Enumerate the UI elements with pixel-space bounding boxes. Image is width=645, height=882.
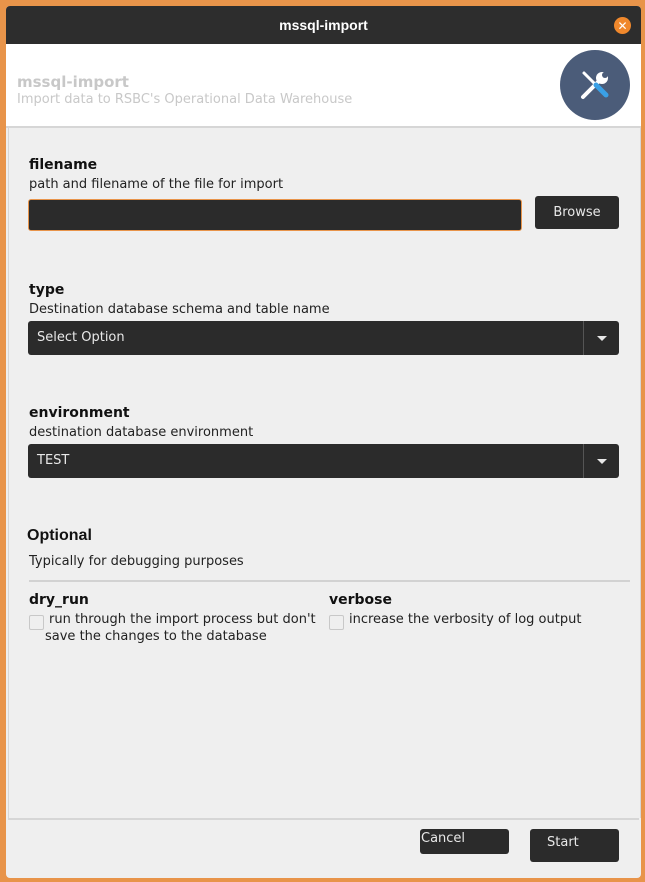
environment-label: environment — [29, 405, 130, 421]
app-description: Import data to RSBC's Operational Data W… — [17, 92, 353, 107]
app-window: mssql-import ✕ mssql-import Import data … — [6, 6, 641, 878]
cancel-button[interactable]: Cancel — [420, 829, 509, 854]
app-header: mssql-import Import data to RSBC's Opera… — [6, 44, 641, 128]
chevron-down-icon[interactable] — [583, 444, 619, 478]
title-bar[interactable]: mssql-import ✕ — [6, 6, 641, 44]
type-help: Destination database schema and table na… — [29, 302, 330, 317]
filename-help: path and filename of the file for import — [29, 177, 284, 192]
optional-section-title: Optional — [27, 527, 92, 544]
type-label: type — [29, 282, 65, 298]
environment-help: destination database environment — [29, 425, 254, 440]
dry-run-checkbox[interactable] — [29, 615, 44, 630]
app-name: mssql-import — [17, 73, 129, 91]
start-button-label: Start — [547, 835, 579, 850]
window-title: mssql-import — [279, 17, 368, 33]
chevron-down-icon[interactable] — [583, 321, 619, 355]
dry-run-label: dry_run — [29, 592, 89, 608]
filename-label: filename — [29, 157, 98, 173]
environment-select-value: TEST — [37, 453, 70, 468]
type-select[interactable]: Select Option — [28, 321, 619, 355]
environment-select[interactable]: TEST — [28, 444, 619, 478]
optional-section-description: Typically for debugging purposes — [29, 554, 244, 569]
browse-button[interactable]: Browse — [535, 196, 619, 229]
filename-input[interactable] — [28, 199, 522, 231]
close-icon[interactable]: ✕ — [614, 17, 631, 34]
type-select-value: Select Option — [37, 330, 125, 345]
cancel-button-label: Cancel — [421, 831, 466, 846]
verbose-label: verbose — [329, 592, 392, 608]
start-button[interactable]: Start — [530, 829, 619, 862]
dry-run-text-line2: save the changes to the database — [45, 629, 267, 644]
dry-run-text-line1: run through the import process but don't — [49, 612, 316, 627]
tools-icon — [560, 50, 630, 120]
footer-divider — [8, 818, 639, 820]
section-divider — [29, 580, 630, 582]
verbose-text: increase the verbosity of log output — [349, 612, 582, 627]
verbose-checkbox[interactable] — [329, 615, 344, 630]
